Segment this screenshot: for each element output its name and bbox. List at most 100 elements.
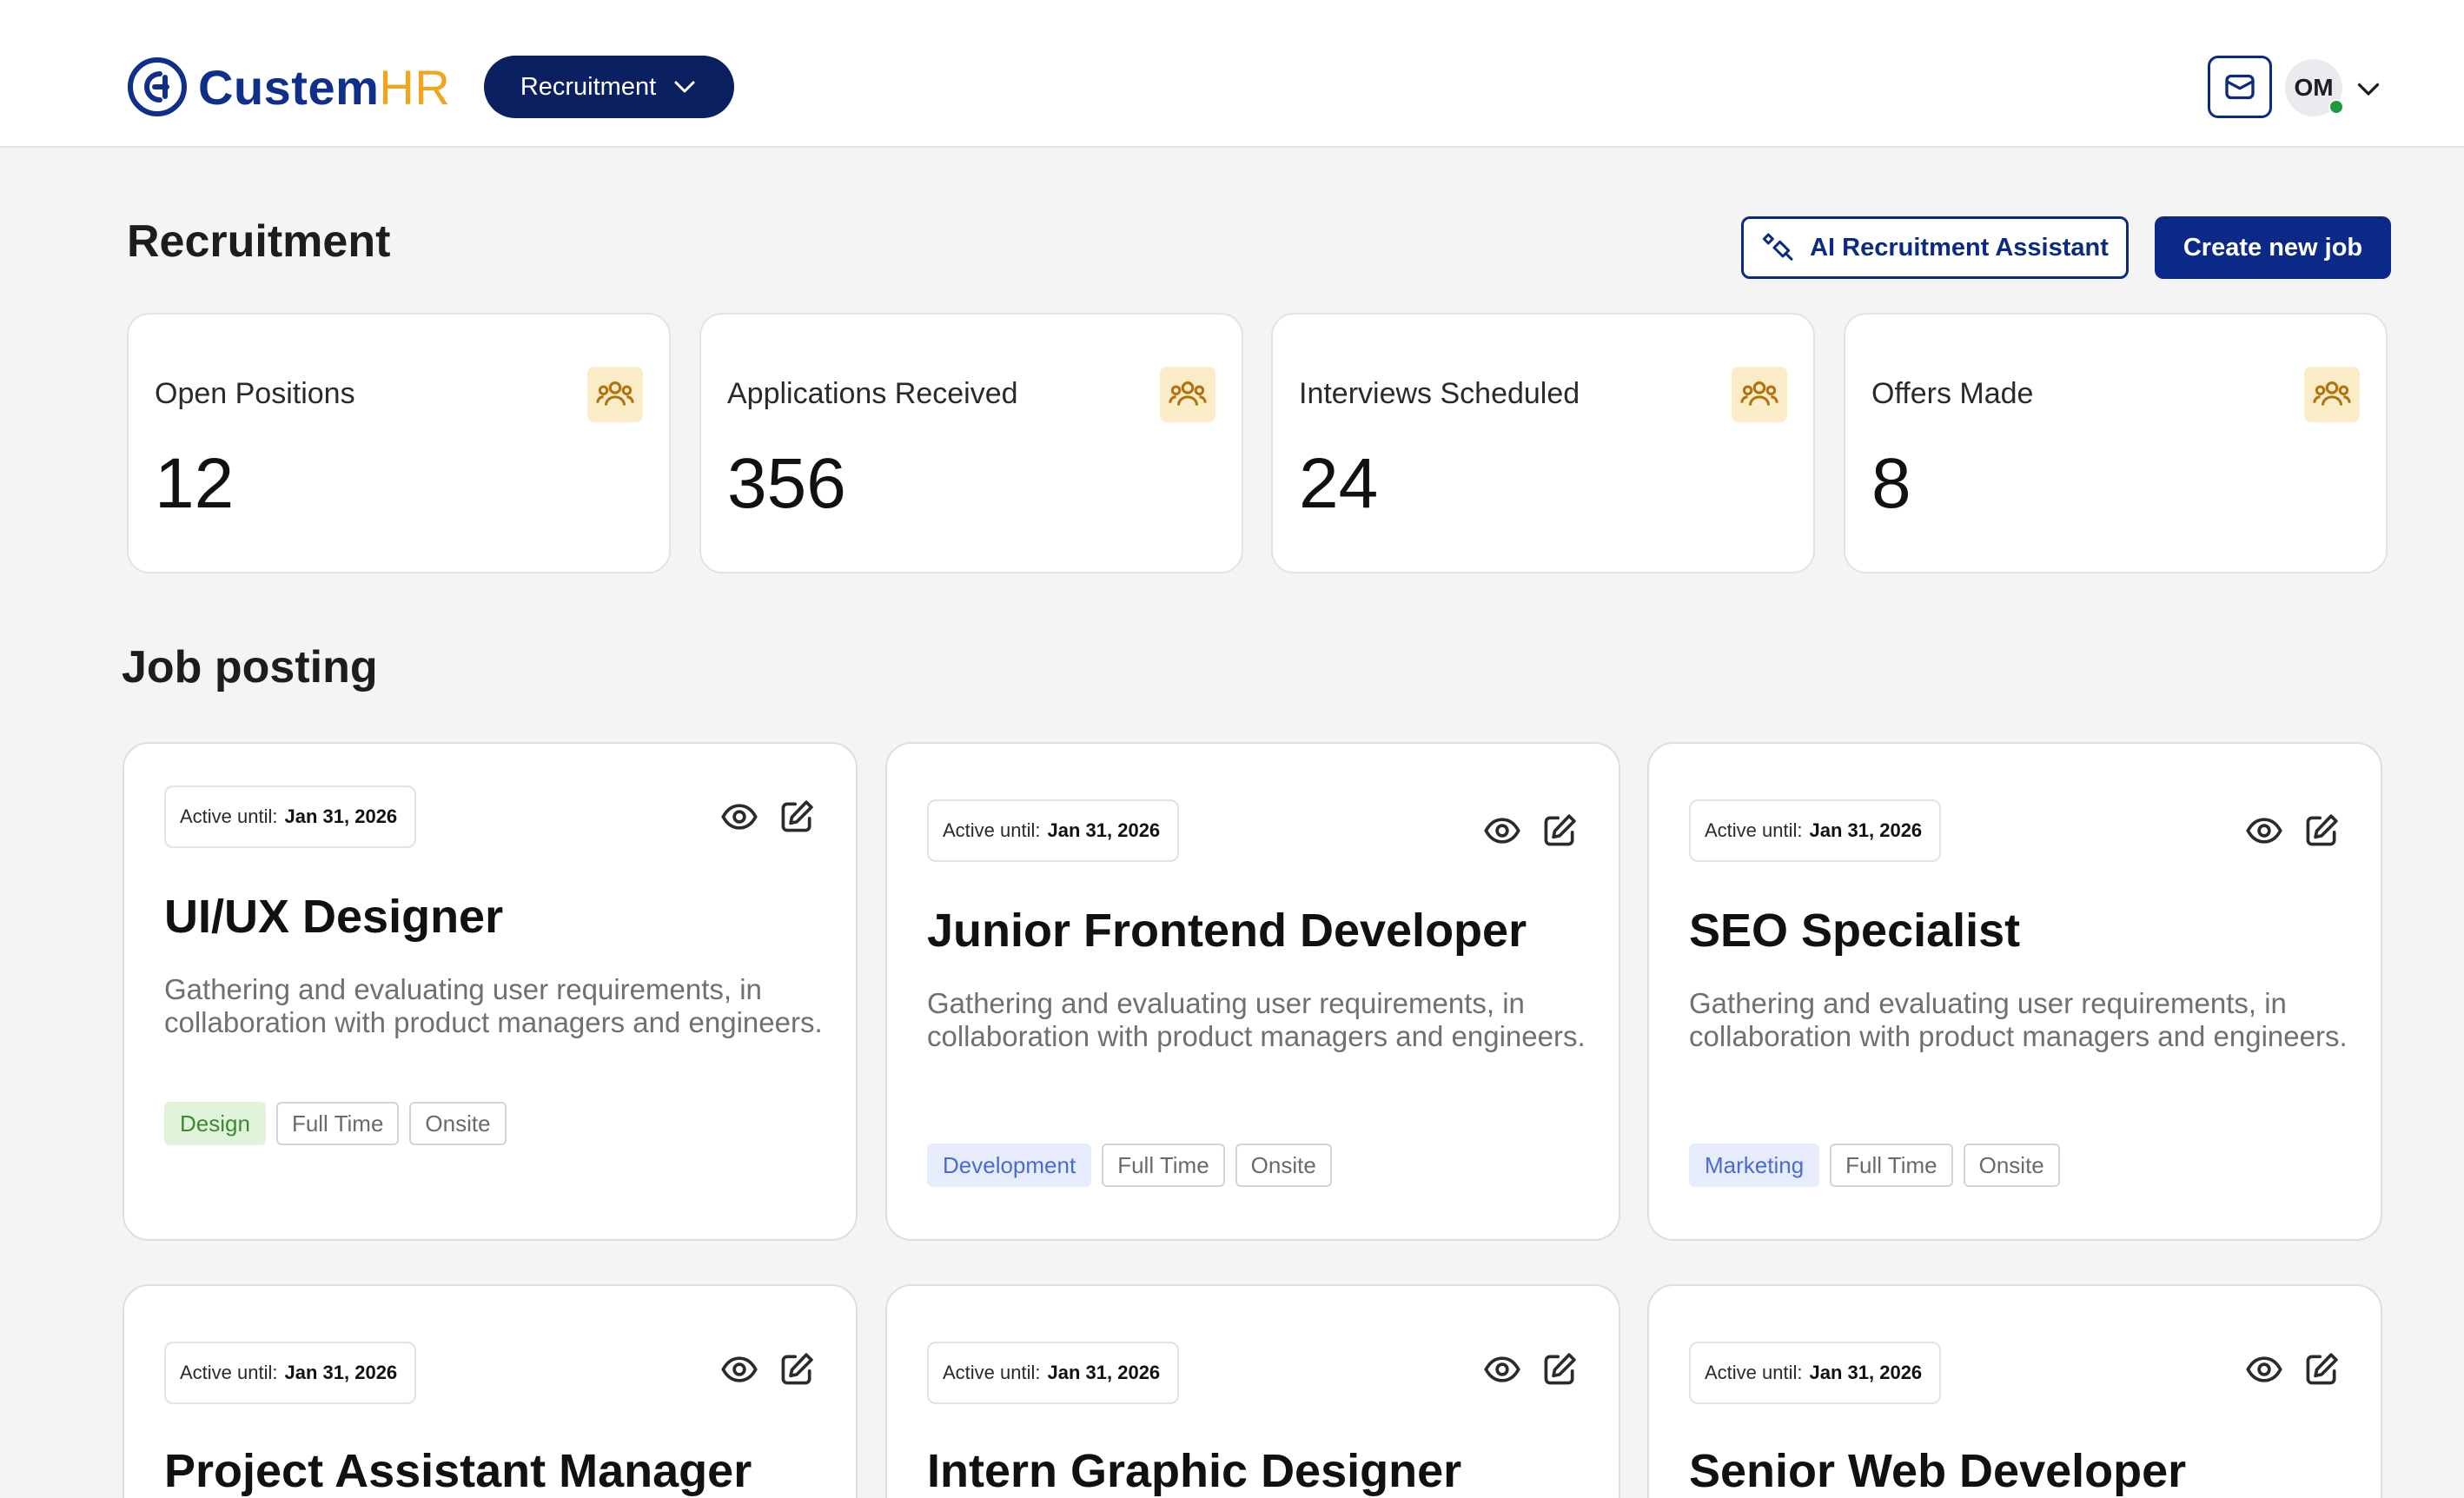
active-until-chip: Active until: Jan 31, 2026: [1689, 1342, 1941, 1404]
eye-icon: [2246, 818, 2282, 844]
job-card[interactable]: Active until: Jan 31, 2026 SEO Specialis…: [1647, 742, 2382, 1241]
inbox-button[interactable]: [2208, 56, 2272, 118]
work-location-tag: Onsite: [409, 1102, 507, 1145]
brand-name-part1: Custem: [198, 59, 380, 115]
department-tag: Design: [164, 1102, 266, 1145]
active-until-label: Active until:: [1705, 819, 1803, 841]
active-until-label: Active until:: [180, 1362, 278, 1383]
stat-label: Offers Made: [1871, 377, 2034, 410]
stat-card-open-positions: Open Positions 12: [127, 313, 671, 573]
job-tags: Development Full Time Onsite: [927, 1143, 1535, 1187]
edit-job-button[interactable]: [1540, 1350, 1579, 1389]
card-actions: [1483, 812, 1579, 850]
users-icon: [1160, 367, 1215, 422]
job-card[interactable]: Active until: Jan 31, 2026 Intern Graphi…: [885, 1284, 1620, 1498]
view-job-button[interactable]: [1483, 812, 1521, 850]
view-job-button[interactable]: [2245, 1350, 2283, 1389]
online-status-indicator: [2328, 99, 2344, 115]
card-actions: [2245, 1350, 2341, 1389]
active-until-label: Active until:: [943, 819, 1041, 841]
eye-icon: [2246, 1356, 2282, 1382]
stat-value: 8: [1871, 444, 1911, 523]
card-actions: [2245, 812, 2341, 850]
job-card[interactable]: Active until: Jan 31, 2026 Senior Web De…: [1647, 1284, 2382, 1498]
card-actions: [720, 1350, 816, 1389]
chevron-down-icon[interactable]: [2353, 73, 2384, 104]
stat-value: 24: [1299, 444, 1379, 523]
brand-name-part2: HR: [379, 59, 451, 115]
ai-recruitment-assistant-button[interactable]: AI Recruitment Assistant: [1741, 216, 2129, 279]
card-actions: [720, 798, 816, 836]
view-job-button[interactable]: [1483, 1350, 1521, 1389]
active-until-date: Jan 31, 2026: [284, 805, 398, 827]
active-until-label: Active until:: [180, 805, 278, 827]
active-until-chip: Active until: Jan 31, 2026: [927, 799, 1179, 862]
stat-card-offers-made: Offers Made 8: [1844, 313, 2388, 573]
logo-mark-icon: [128, 57, 187, 116]
active-until-label: Active until:: [943, 1362, 1041, 1383]
edit-icon: [1544, 814, 1576, 846]
avatar-initials: OM: [2294, 74, 2334, 101]
module-switcher-button[interactable]: Recruitment: [484, 56, 734, 118]
job-title: Junior Frontend Developer: [927, 905, 1527, 957]
stat-value: 12: [155, 444, 235, 523]
stat-label: Open Positions: [155, 377, 355, 410]
active-until-label: Active until:: [1705, 1362, 1803, 1383]
active-until-date: Jan 31, 2026: [1809, 819, 1923, 841]
job-title: SEO Specialist: [1689, 905, 2021, 957]
job-title: Intern Graphic Designer: [927, 1445, 1462, 1497]
stat-label: Interviews Scheduled: [1299, 377, 1580, 410]
job-card[interactable]: Active until: Jan 31, 2026 Project Assis…: [123, 1284, 858, 1498]
employment-type-tag: Full Time: [1102, 1143, 1225, 1187]
edit-icon: [2306, 814, 2338, 846]
work-location-tag: Onsite: [1235, 1143, 1332, 1187]
job-title: UI/UX Designer: [164, 891, 504, 943]
card-actions: [1483, 1350, 1579, 1389]
edit-job-button[interactable]: [2302, 1350, 2341, 1389]
section-title-job-posting: Job posting: [122, 642, 378, 693]
work-location-tag: Onsite: [1963, 1143, 2060, 1187]
brand-name: CustemHR: [198, 59, 450, 116]
job-title: Project Assistant Manager: [164, 1445, 752, 1497]
job-description: Gathering and evaluating user requiremen…: [164, 973, 823, 1038]
active-until-chip: Active until: Jan 31, 2026: [1689, 799, 1941, 862]
department-tag: Marketing: [1689, 1143, 1820, 1187]
eye-icon: [1484, 1356, 1520, 1382]
stat-card-interviews-scheduled: Interviews Scheduled 24: [1271, 313, 1815, 573]
edit-job-button[interactable]: [1540, 812, 1579, 850]
mail-icon: [2225, 74, 2255, 100]
employment-type-tag: Full Time: [275, 1102, 400, 1145]
create-new-job-button[interactable]: Create new job: [2155, 216, 2391, 279]
user-avatar[interactable]: OM: [2285, 59, 2344, 116]
job-tags: Design Full Time Onsite: [164, 1102, 616, 1145]
view-job-button[interactable]: [2245, 812, 2283, 850]
view-job-button[interactable]: [720, 1350, 758, 1389]
job-title: Senior Web Developer: [1689, 1445, 2187, 1497]
top-header: CustemHR Recruitment OM: [0, 0, 2464, 148]
active-until-date: Jan 31, 2026: [1047, 1362, 1161, 1383]
ai-recruitment-assistant-label: AI Recruitment Assistant: [1810, 233, 2109, 262]
users-icon: [2304, 367, 2360, 422]
stat-card-applications-received: Applications Received 356: [699, 313, 1243, 573]
edit-job-button[interactable]: [778, 1350, 816, 1389]
eye-icon: [721, 1356, 758, 1382]
users-icon: [1732, 367, 1787, 422]
job-card[interactable]: Active until: Jan 31, 2026 Junior Fronte…: [885, 742, 1620, 1241]
eye-icon: [721, 804, 758, 830]
employment-type-tag: Full Time: [1830, 1143, 1953, 1187]
users-icon: [587, 367, 643, 422]
active-until-date: Jan 31, 2026: [1047, 819, 1161, 841]
job-description: Gathering and evaluating user requiremen…: [927, 987, 1586, 1052]
brand-logo[interactable]: CustemHR: [127, 56, 450, 118]
page-title: Recruitment: [127, 216, 391, 267]
active-until-date: Jan 31, 2026: [1809, 1362, 1923, 1383]
chevron-down-icon: [674, 81, 695, 93]
sparkle-magic-icon: [1762, 233, 1793, 261]
job-card[interactable]: Active until: Jan 31, 2026 UI/UX Designe…: [123, 742, 858, 1241]
edit-job-button[interactable]: [778, 798, 816, 836]
active-until-chip: Active until: Jan 31, 2026: [164, 785, 416, 848]
edit-job-button[interactable]: [2302, 812, 2341, 850]
view-job-button[interactable]: [720, 798, 758, 836]
active-until-chip: Active until: Jan 31, 2026: [164, 1342, 416, 1404]
edit-icon: [781, 800, 813, 832]
